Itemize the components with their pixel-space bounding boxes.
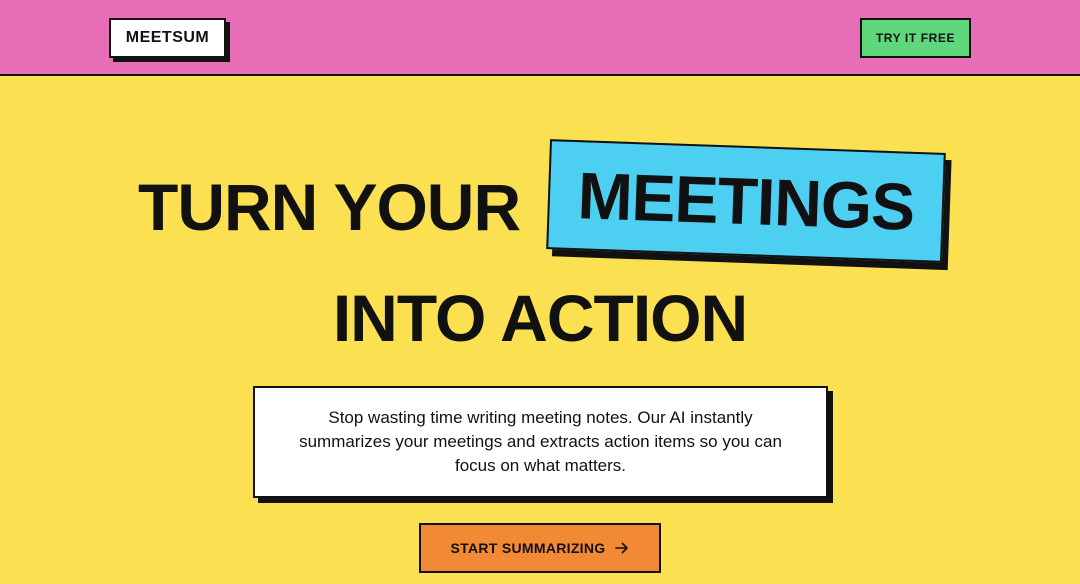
try-it-free-button[interactable]: TRY IT FREE — [860, 18, 971, 58]
description-box: Stop wasting time writing meeting notes.… — [253, 386, 828, 498]
headline-highlight: MEETINGS — [546, 139, 952, 271]
logo[interactable]: MEETSUM — [109, 18, 226, 58]
highlight-box: MEETINGS — [546, 139, 946, 263]
description-text: Stop wasting time writing meeting notes.… — [299, 408, 782, 475]
headline-line-1: TURN YOUR — [138, 170, 521, 244]
headline-line-2: INTO ACTION — [332, 281, 748, 355]
headline-highlight-text: MEETINGS — [576, 158, 916, 244]
cta-label: START SUMMARIZING — [450, 540, 606, 556]
site-header: MEETSUM TRY IT FREE — [0, 0, 1080, 76]
arrow-right-icon — [615, 542, 629, 554]
start-summarizing-button[interactable]: START SUMMARIZING — [419, 523, 661, 573]
